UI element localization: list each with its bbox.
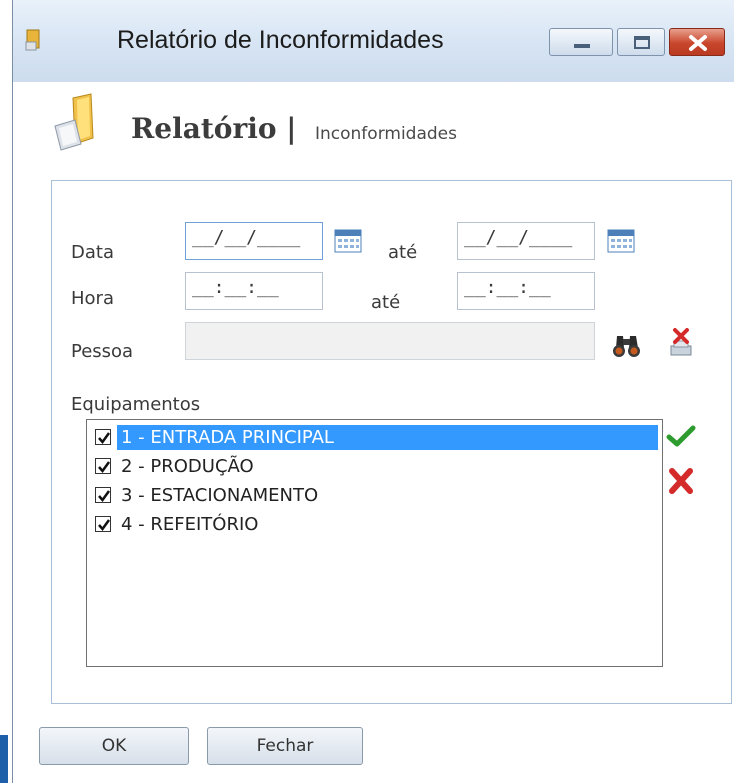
close-icon xyxy=(689,35,707,51)
equipamentos-list[interactable]: 1 - ENTRADA PRINCIPAL 2 - PRODUÇÃO 3 - E… xyxy=(86,419,663,667)
calendar-icon xyxy=(334,229,362,253)
list-item[interactable]: 4 - REFEITÓRIO xyxy=(91,510,658,539)
page-title: Relatório | xyxy=(131,112,297,145)
list-item[interactable]: 2 - PRODUÇÃO xyxy=(91,452,658,481)
data-from-calendar-button[interactable] xyxy=(334,229,362,253)
hora-from-field[interactable]: __:__:__ xyxy=(185,272,323,310)
list-item[interactable]: 3 - ESTACIONAMENTO xyxy=(91,481,658,510)
maximize-button[interactable] xyxy=(617,28,665,56)
equipamento-2-checkbox[interactable] xyxy=(95,458,111,474)
calendar-icon xyxy=(607,229,635,253)
data-from-field[interactable]: __/__/____ xyxy=(185,222,323,260)
fechar-button[interactable]: Fechar xyxy=(207,727,363,765)
red-x-icon xyxy=(669,468,693,494)
dialog-window: Relatório de Inconformidades Relatório |… xyxy=(12,0,734,783)
report-folder-icon xyxy=(54,93,94,151)
clear-person-icon xyxy=(670,328,692,356)
data-label: Data xyxy=(71,242,114,263)
folder-app-icon xyxy=(25,29,40,51)
binoculars-icon xyxy=(613,336,640,357)
close-button[interactable] xyxy=(669,28,725,56)
hora-label: Hora xyxy=(71,288,114,309)
equipamento-2-label: 2 - PRODUÇÃO xyxy=(121,456,254,477)
minimize-icon xyxy=(574,44,590,48)
maximize-icon xyxy=(634,36,650,49)
hora-to-field[interactable]: __:__:__ xyxy=(457,272,595,310)
check-icon xyxy=(98,490,111,503)
select-all-button[interactable] xyxy=(665,422,697,452)
equipamento-3-checkbox[interactable] xyxy=(95,487,111,503)
clear-person-button[interactable] xyxy=(665,328,697,358)
checkmark-icon xyxy=(666,425,696,447)
list-item[interactable]: 1 - ENTRADA PRINCIPAL xyxy=(91,423,658,452)
check-icon xyxy=(98,461,111,474)
search-person-button[interactable] xyxy=(611,330,643,360)
equipamento-3-label: 3 - ESTACIONAMENTO xyxy=(121,485,319,506)
pessoa-label: Pessoa xyxy=(71,341,134,362)
page-subtitle: Inconformidades xyxy=(315,124,457,144)
data-to-calendar-button[interactable] xyxy=(607,229,635,253)
hora-ate-label: até xyxy=(371,292,401,313)
pessoa-field[interactable] xyxy=(185,322,595,360)
equipamento-1-checkbox[interactable] xyxy=(95,429,111,445)
ok-button[interactable]: OK xyxy=(39,727,189,765)
check-icon xyxy=(98,519,111,532)
data-to-field[interactable]: __/__/____ xyxy=(457,222,595,260)
deselect-all-button[interactable] xyxy=(665,466,697,496)
minimize-button[interactable] xyxy=(549,28,613,56)
taskbar-edge xyxy=(0,735,8,783)
equipamento-4-checkbox[interactable] xyxy=(95,516,111,532)
equipamento-4-label: 4 - REFEITÓRIO xyxy=(121,514,259,535)
title-bar[interactable]: Relatório de Inconformidades xyxy=(13,0,734,82)
data-ate-label: até xyxy=(388,242,418,263)
check-icon xyxy=(98,432,111,445)
window-title: Relatório de Inconformidades xyxy=(117,26,444,54)
equipamento-1-label: 1 - ENTRADA PRINCIPAL xyxy=(117,425,658,450)
equipamentos-label: Equipamentos xyxy=(71,394,201,415)
